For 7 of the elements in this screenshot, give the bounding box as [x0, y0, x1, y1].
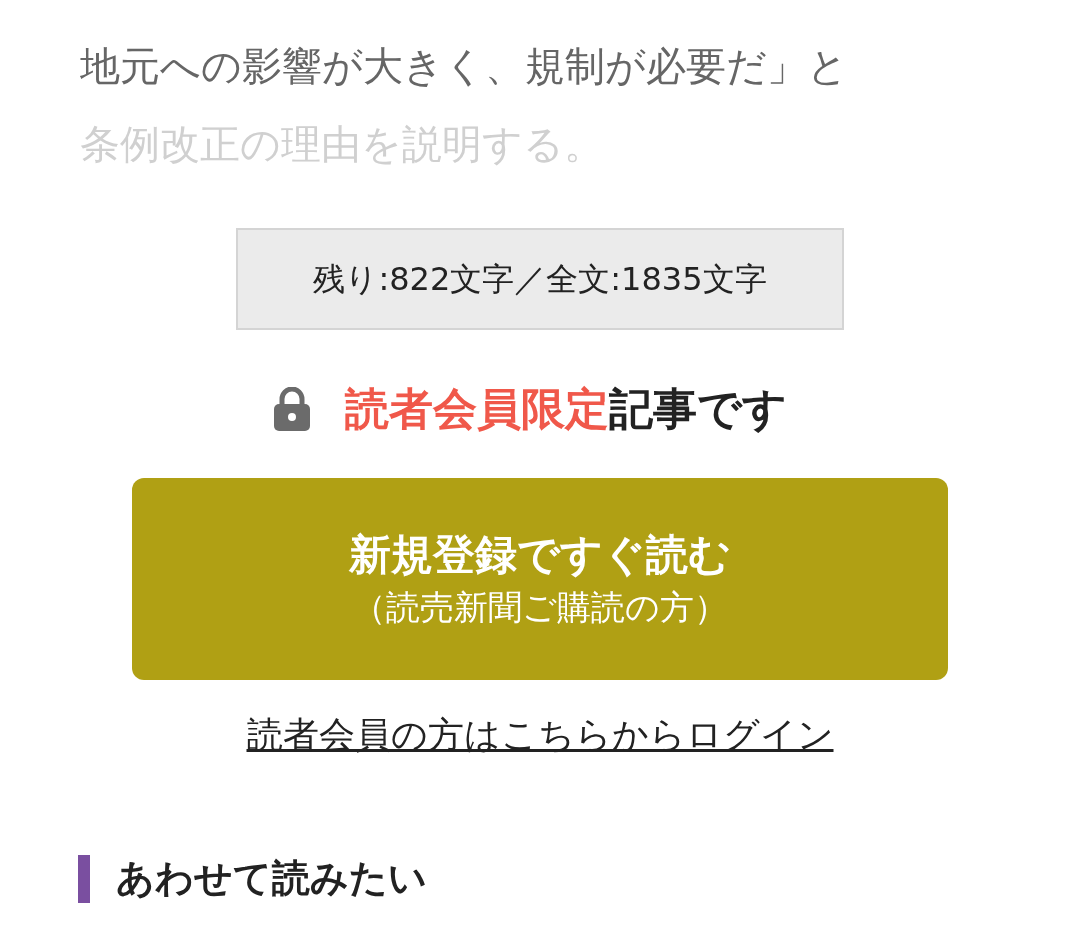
heading-accent-bar — [78, 854, 90, 903]
members-only-notice: 読者会員限定記事です — [345, 382, 787, 436]
character-count: 残り:822文字／全文:1835文字 — [236, 228, 844, 330]
login-link[interactable]: 読者会員の方はこちらからログイン — [246, 708, 834, 762]
section-heading: あわせて読みたい — [116, 855, 427, 902]
lock-icon — [273, 387, 311, 431]
article-text: 地元への影響が大きく、規制が必要だ」と — [80, 42, 849, 91]
